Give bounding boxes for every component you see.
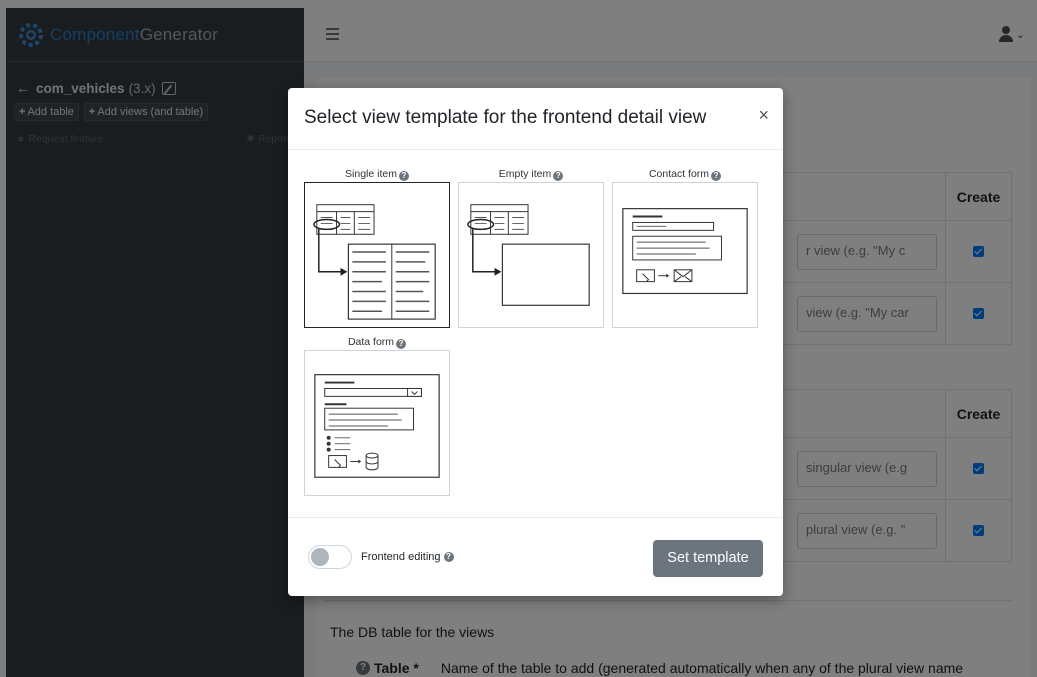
- template-single-item[interactable]: Single item?: [304, 162, 450, 328]
- contact-form-wireframe-icon: [612, 182, 758, 328]
- modal-header: Select view template for the frontend de…: [288, 88, 783, 150]
- template-label: Single item?: [304, 162, 450, 182]
- help-icon[interactable]: ?: [398, 171, 409, 181]
- empty-item-wireframe-icon: [458, 182, 604, 328]
- frontend-editing-label: Frontend editing?: [361, 551, 454, 563]
- help-icon[interactable]: ?: [711, 171, 722, 181]
- modal-footer: Frontend editing? Set template: [288, 517, 783, 596]
- help-icon[interactable]: ?: [443, 552, 454, 562]
- template-modal: Select view template for the frontend de…: [288, 88, 783, 596]
- set-template-button[interactable]: Set template: [653, 540, 763, 577]
- template-data-form[interactable]: Data form?: [304, 330, 450, 496]
- help-icon[interactable]: ?: [553, 171, 564, 181]
- template-label: Contact form?: [612, 162, 758, 182]
- single-item-wireframe-icon: [304, 182, 450, 328]
- data-form-wireframe-icon: [304, 350, 450, 496]
- help-icon[interactable]: ?: [396, 339, 407, 349]
- template-empty-item[interactable]: Empty item?: [458, 162, 604, 328]
- template-label: Data form?: [304, 330, 450, 350]
- template-contact-form[interactable]: Contact form?: [612, 162, 758, 328]
- template-label: Empty item?: [458, 162, 604, 182]
- toggle-knob: [311, 548, 329, 566]
- frontend-editing-toggle[interactable]: [308, 545, 352, 569]
- close-icon[interactable]: ×: [758, 105, 769, 126]
- modal-title: Select view template for the frontend de…: [304, 107, 707, 128]
